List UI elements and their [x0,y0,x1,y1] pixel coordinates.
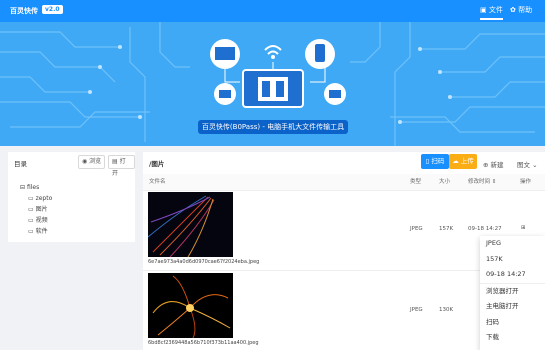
nav-help-label: 帮助 [518,6,533,14]
context-menu: JPEG 157K 09-18 14:27 浏览器打开 主电脑打开 扫码 下载 [480,236,545,350]
collapse-icon[interactable]: ⊟ [20,184,27,191]
tree-item-software[interactable]: ▭ 软件 [20,226,52,237]
tree-label: 图片 [35,206,48,213]
file-icon: ▭ [28,206,36,213]
open-button[interactable]: ▤ 打开 [108,155,135,177]
thumbnail-image [148,192,233,257]
thumbnail-image [148,273,233,338]
file-name[interactable]: 6e7ae973a4a0d6d0970cae67f2024eba.jpeg [148,259,259,265]
plus-icon: ⊕ [483,161,491,169]
new-label: 新建 [490,161,504,169]
directory-title: 目录 [14,160,27,168]
view-mode-label: 图文 [517,161,530,169]
scan-button[interactable]: ▯ 扫码 [421,154,449,169]
col-name: 文件名 [149,179,166,185]
tree-item-files[interactable]: ⊟ files [20,182,52,193]
file-icon: ▭ [28,195,36,202]
image-thumbnail[interactable] [148,192,233,257]
hero-banner: 百灵快传(B0Pass) - 电脑手机大文件传输工具 [0,22,545,146]
view-mode-select[interactable]: 图文 ⌄ [517,159,538,169]
tree-item-videos[interactable]: ▭ 视频 [20,215,52,226]
nav-help-tab[interactable]: ✿ 帮助 [510,5,532,15]
menu-item-download[interactable]: 下载 [480,330,545,346]
help-icon: ✿ [510,6,519,14]
version-badge: v2.0 [42,5,63,14]
file-mtime: 09-18 14:27 [468,226,502,232]
nav-files-tab[interactable]: ▣ 文件 [480,5,503,20]
sort-icon: ⇕ [490,179,497,185]
hero-tagline: 百灵快传(B0Pass) - 电脑手机大文件传输工具 [198,120,348,134]
chevron-down-icon: ⌄ [530,161,538,169]
menu-item-type: JPEG [486,239,501,247]
tree-label: zepto [35,195,53,202]
menu-item-scan[interactable]: 扫码 [480,315,545,331]
folder-tree: ⊟ files ▭ zepto ▭ 图片 ▭ 视频 ▭ 软件 [20,182,52,237]
tree-item-zepto[interactable]: ▭ zepto [20,193,52,204]
file-size: 130K [439,307,454,313]
col-mtime[interactable]: 修改时间 ⇕ [468,176,496,188]
file-type: JPEG [410,226,423,232]
tree-label: 软件 [35,228,48,235]
file-size: 157K [439,226,454,232]
browse-label: 浏览 [89,158,102,165]
tree-item-images[interactable]: ▭ 图片 [20,204,52,215]
menu-item-open-browser[interactable]: 浏览器打开 [480,282,545,300]
menu-item-open-desktop[interactable]: 主电脑打开 [480,299,545,315]
upload-icon: ☁ [452,157,461,165]
open-icon: ▤ [112,158,120,165]
tree-label: 视频 [35,217,48,224]
top-navbar: 百灵快传 v2.0 ▣ 文件 ✿ 帮助 [0,0,545,22]
new-button[interactable]: ⊕ 新建 [483,159,504,169]
file-list-panel: /图片 ▯ 扫码 ☁ 上传 ⊕ 新建 图文 ⌄ 文件名 类型 大小 修改时间 ⇕… [143,152,545,350]
col-type[interactable]: 类型 [410,176,421,188]
upload-label: 上传 [460,157,474,165]
upload-button[interactable]: ☁ 上传 [449,154,477,169]
browse-button[interactable]: ◉ 浏览 [78,155,106,169]
file-icon: ▭ [28,228,36,235]
scan-label: 扫码 [431,157,445,165]
app-brand[interactable]: 百灵快传 [10,6,38,16]
directory-panel: 目录 ◉ 浏览 ▤ 打开 ⊟ files ▭ zepto ▭ 图片 ▭ 视频 ▭… [8,152,135,242]
image-thumbnail[interactable] [148,273,233,338]
file-icon: ▭ [28,217,36,224]
current-path: /图片 [149,160,165,168]
file-type: JPEG [410,307,423,313]
col-ops: 操作 [520,179,532,185]
menu-item-size: 157K [486,254,503,263]
tree-label: files [26,184,40,191]
col-size[interactable]: 大小 [439,176,450,188]
more-options-icon[interactable]: ⊞ [521,225,526,231]
menu-item-mtime: 09-18 14:27 [486,270,526,278]
nav-files-label: 文件 [488,6,503,14]
folder-icon: ▣ [480,6,489,14]
file-name[interactable]: 6bd8cf2369448a56b710f373b11aa400.jpeg [148,340,259,346]
col-mtime-label: 修改时间 [468,179,491,185]
